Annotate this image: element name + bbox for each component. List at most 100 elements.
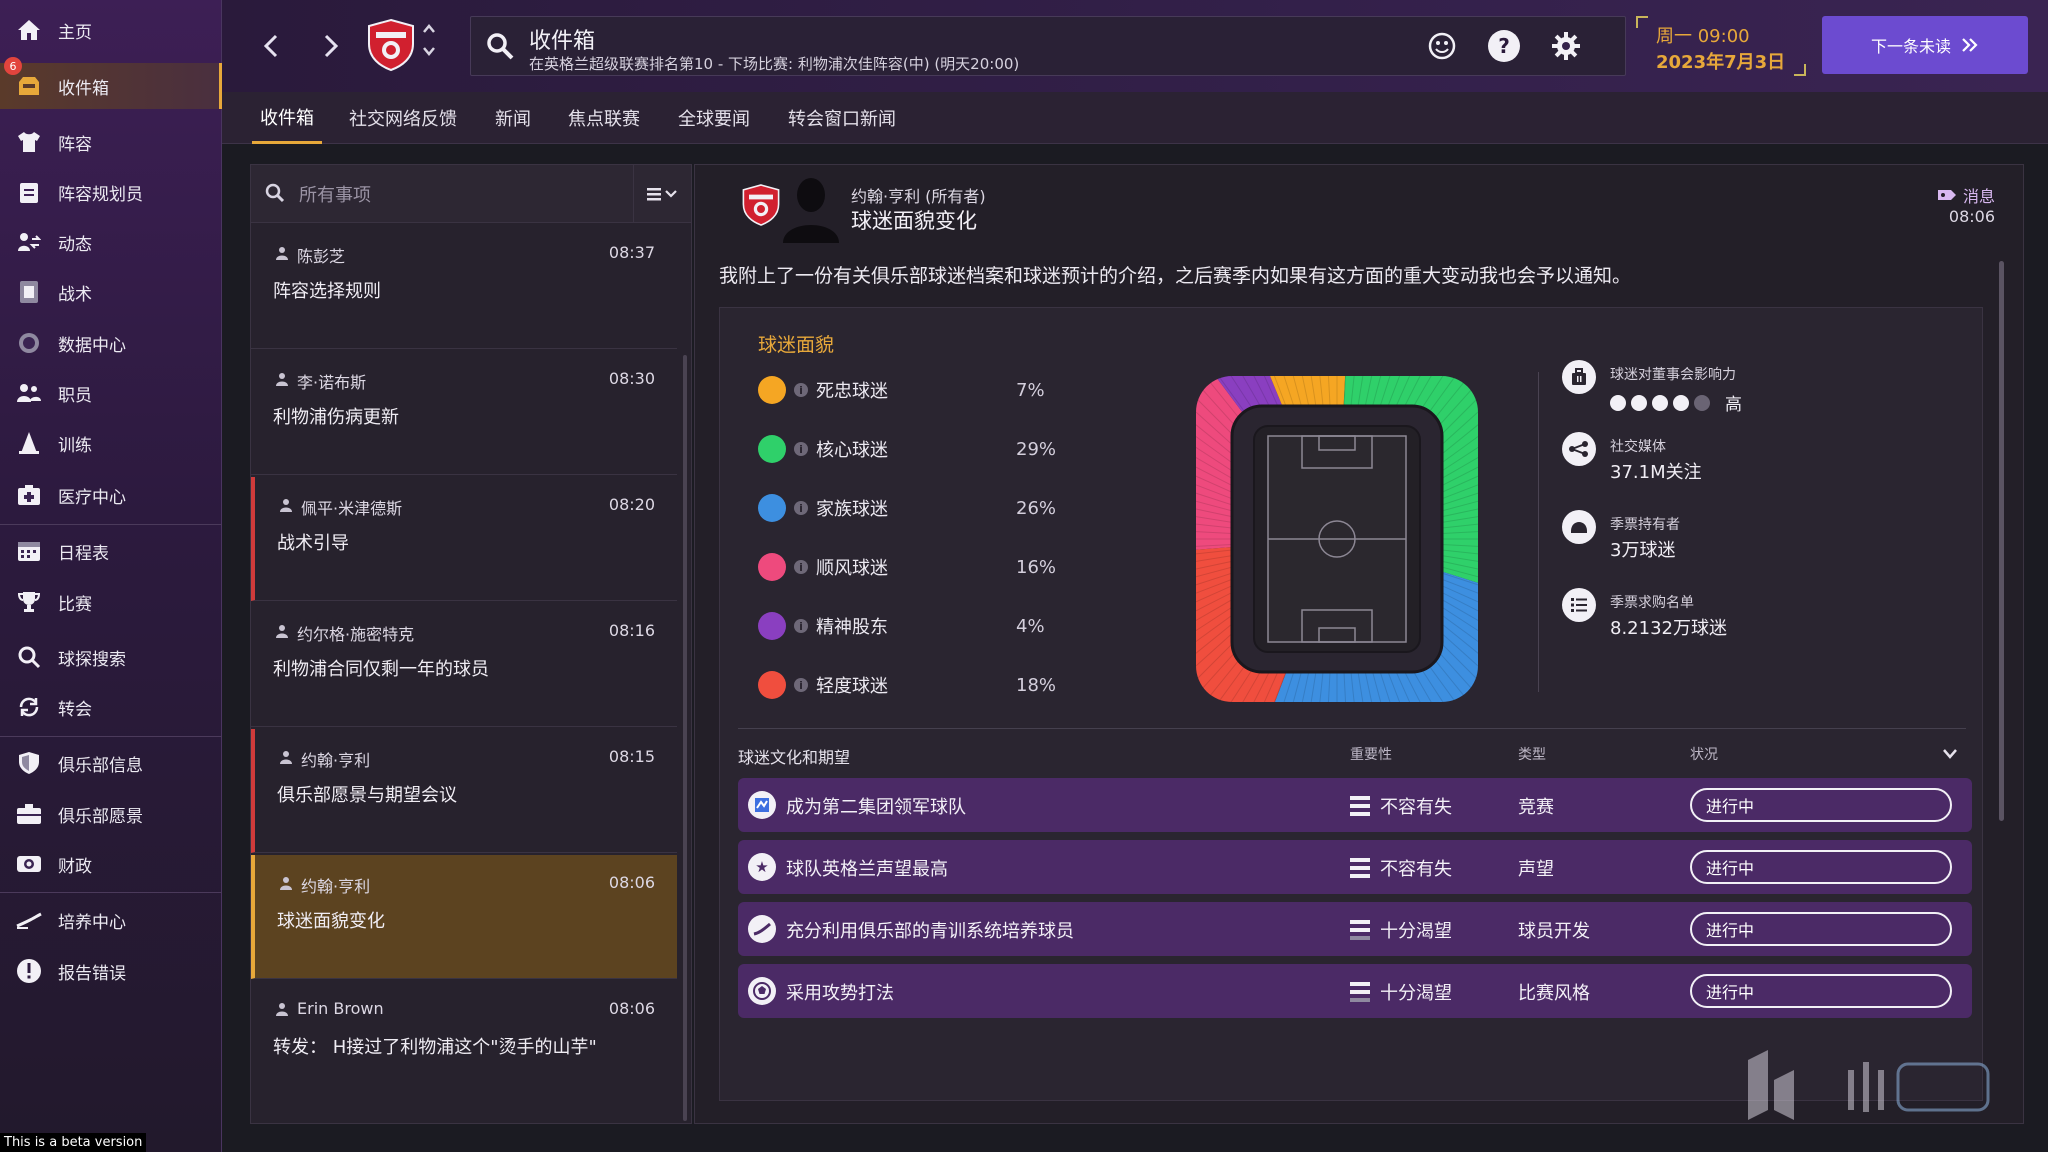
sidebar-item-schedule[interactable]: 日程表 [0, 528, 222, 574]
info-icon[interactable]: i [794, 501, 808, 515]
club-crest-icon [741, 183, 781, 231]
segment-name: 核心球迷 [816, 440, 888, 461]
sidebar-item-development[interactable]: 培养中心 [0, 897, 222, 943]
social-media-label: 社交媒体 [1610, 439, 1666, 455]
list-scrollbar[interactable] [683, 355, 687, 1121]
chevron-right-icon [324, 34, 339, 58]
tab-focus-leagues[interactable]: 焦点联赛 [560, 92, 648, 144]
sidebar-item-finances[interactable]: 财政 [0, 841, 222, 887]
info-icon[interactable]: i [794, 383, 808, 397]
sidebar-item-tactics[interactable]: 战术 [0, 269, 222, 315]
expectation-name: 采用攻势打法 [786, 983, 894, 1004]
forward-button[interactable] [316, 28, 346, 64]
sidebar-item-label: 阵容 [58, 134, 92, 155]
segment-name: 精神股东 [816, 617, 888, 638]
filter-dropdown[interactable] [633, 165, 691, 223]
message-item[interactable]: 李·诺布斯 08:30 利物浦伤病更新 [251, 351, 677, 475]
date-weekday-time: 周一 09:00 [1656, 26, 1750, 47]
status-pill[interactable]: 进行中 [1690, 974, 1952, 1008]
segment-color [758, 376, 786, 404]
tab-inbox[interactable]: 收件箱 [252, 92, 322, 144]
trophy-icon [16, 589, 42, 615]
expectation-row[interactable]: ★ 球队英格兰声望最高 不容有失 声望 进行中 [738, 840, 1972, 894]
expectation-row[interactable]: 充分利用俱乐部的青训系统培养球员 十分渴望 球员开发 进行中 [738, 902, 1972, 956]
sidebar-item-label: 培养中心 [58, 912, 126, 933]
training-icon [16, 430, 42, 456]
settings-button[interactable] [1550, 30, 1582, 62]
tab-social-feedback[interactable]: 社交网络反馈 [341, 92, 465, 144]
sidebar-item-inbox[interactable]: 6 收件箱 [0, 57, 222, 109]
help-icon: ? [1498, 34, 1510, 58]
sidebar-item-report-bug[interactable]: 报告错误 [0, 948, 222, 994]
sidebar-item-transfers[interactable]: 转会 [0, 684, 222, 730]
club-crest-button[interactable] [366, 18, 416, 72]
back-button[interactable] [256, 28, 286, 64]
fan-segment-row: i 精神股东 4% [758, 608, 1118, 644]
help-button[interactable]: ? [1488, 30, 1520, 62]
importance: 不容有失 [1350, 793, 1452, 819]
sidebar-item-competitions[interactable]: 比赛 [0, 579, 222, 625]
unread-badge: 6 [4, 57, 22, 75]
person-icon [275, 1001, 289, 1020]
message-item[interactable]: 佩平·米津德斯 08:20 战术引导 [251, 477, 677, 601]
message-item-selected[interactable]: 约翰·亨利 08:06 球迷面貌变化 [251, 855, 677, 979]
sidebar-item-club-info[interactable]: 俱乐部信息 [0, 740, 222, 786]
segment-name: 死忠球迷 [816, 381, 888, 402]
chevron-down-icon[interactable] [1942, 748, 1958, 760]
sidebar-item-staff[interactable]: 职员 [0, 370, 222, 416]
status-pill[interactable]: 进行中 [1690, 912, 1952, 946]
expectations-heading: 球迷文化和期望 [738, 748, 851, 767]
info-icon[interactable]: i [794, 560, 808, 574]
sidebar-item-label: 报告错误 [58, 963, 126, 984]
info-icon[interactable]: i [794, 442, 808, 456]
status-pill[interactable]: 进行中 [1690, 850, 1952, 884]
tab-news[interactable]: 新闻 [487, 92, 539, 144]
tab-transfer-window-news[interactable]: 转会窗口新闻 [780, 92, 904, 144]
message-item[interactable]: 约尔格·施密特克 08:16 利物浦合同仅剩一年的球员 [251, 603, 677, 727]
fan-button[interactable] [1426, 30, 1458, 62]
expectation-row[interactable]: 成为第二集团领军球队 不容有失 竞赛 进行中 [738, 778, 1972, 832]
sidebar-item-training[interactable]: 训练 [0, 420, 222, 466]
next-unread-button[interactable]: 下一条未读 [1822, 16, 2028, 74]
sidebar-item-scouting[interactable]: 球探搜索 [0, 634, 222, 680]
page-title: 收件箱 [529, 29, 596, 54]
clipboard-icon [16, 179, 42, 205]
inbox-icon [16, 73, 42, 99]
detail-time: 08:06 [1948, 207, 1995, 226]
sidebar-item-home[interactable]: 主页 [0, 7, 222, 53]
sidebar-item-squad-planner[interactable]: 阵容规划员 [0, 169, 222, 215]
info-icon[interactable]: i [794, 678, 808, 692]
waiting-list-label: 季票求购名单 [1610, 595, 1694, 611]
message-item[interactable]: 陈彭芝 08:37 阵容选择规则 [251, 225, 677, 349]
tab-world-news[interactable]: 全球要闻 [670, 92, 758, 144]
league-icon [748, 791, 776, 819]
info-icon[interactable]: i [794, 619, 808, 633]
club-switch-arrows[interactable] [422, 22, 436, 64]
sidebar-item-label: 收件箱 [58, 78, 109, 99]
social-media-stat: 社交媒体 37.1M关注 [1562, 432, 1962, 492]
message-time: 08:15 [608, 747, 655, 766]
importance-label: 不容有失 [1380, 859, 1452, 880]
sidebar-item-squad[interactable]: 阵容 [0, 119, 222, 165]
fan-segment-row: i 家族球迷 26% [758, 490, 1118, 526]
expectation-row[interactable]: 采用攻势打法 十分渴望 比赛风格 进行中 [738, 964, 1972, 1018]
sidebar-item-dynamics[interactable]: 动态 [0, 219, 222, 265]
sidebar-item-medical[interactable]: 医疗中心 [0, 472, 222, 518]
detail-scrollbar[interactable] [1999, 261, 2004, 821]
staff-icon [16, 380, 42, 406]
sidebar-item-data-hub[interactable]: 数据中心 [0, 320, 222, 366]
filter-icon [646, 188, 677, 201]
detail-body: 我附上了一份有关俱乐部球迷档案和球迷预计的介绍，之后赛季内如果有这方面的重大变动… [719, 265, 1632, 287]
status-pill[interactable]: 进行中 [1690, 788, 1952, 822]
message-item[interactable]: Erin Brown 08:06 转发： H接过了利物浦这个"烫手的山芋" [251, 981, 677, 1105]
person-icon [275, 371, 289, 390]
sidebar-divider [0, 892, 222, 893]
page-subtitle: 在英格兰超级联赛排名第10 - 下场比赛: 利物浦次佳阵容(中) (明天20:0… [529, 55, 1020, 73]
inbox-search[interactable]: 所有事项 [251, 165, 691, 223]
message-time: 08:20 [608, 495, 655, 514]
inbox-search-placeholder: 所有事项 [299, 185, 371, 206]
sidebar-item-club-vision[interactable]: 俱乐部愿景 [0, 791, 222, 837]
pitch [1267, 435, 1407, 643]
message-item[interactable]: 约翰·亨利 08:15 俱乐部愿景与期望会议 [251, 729, 677, 853]
expectation-name: 成为第二集团领军球队 [786, 797, 966, 818]
